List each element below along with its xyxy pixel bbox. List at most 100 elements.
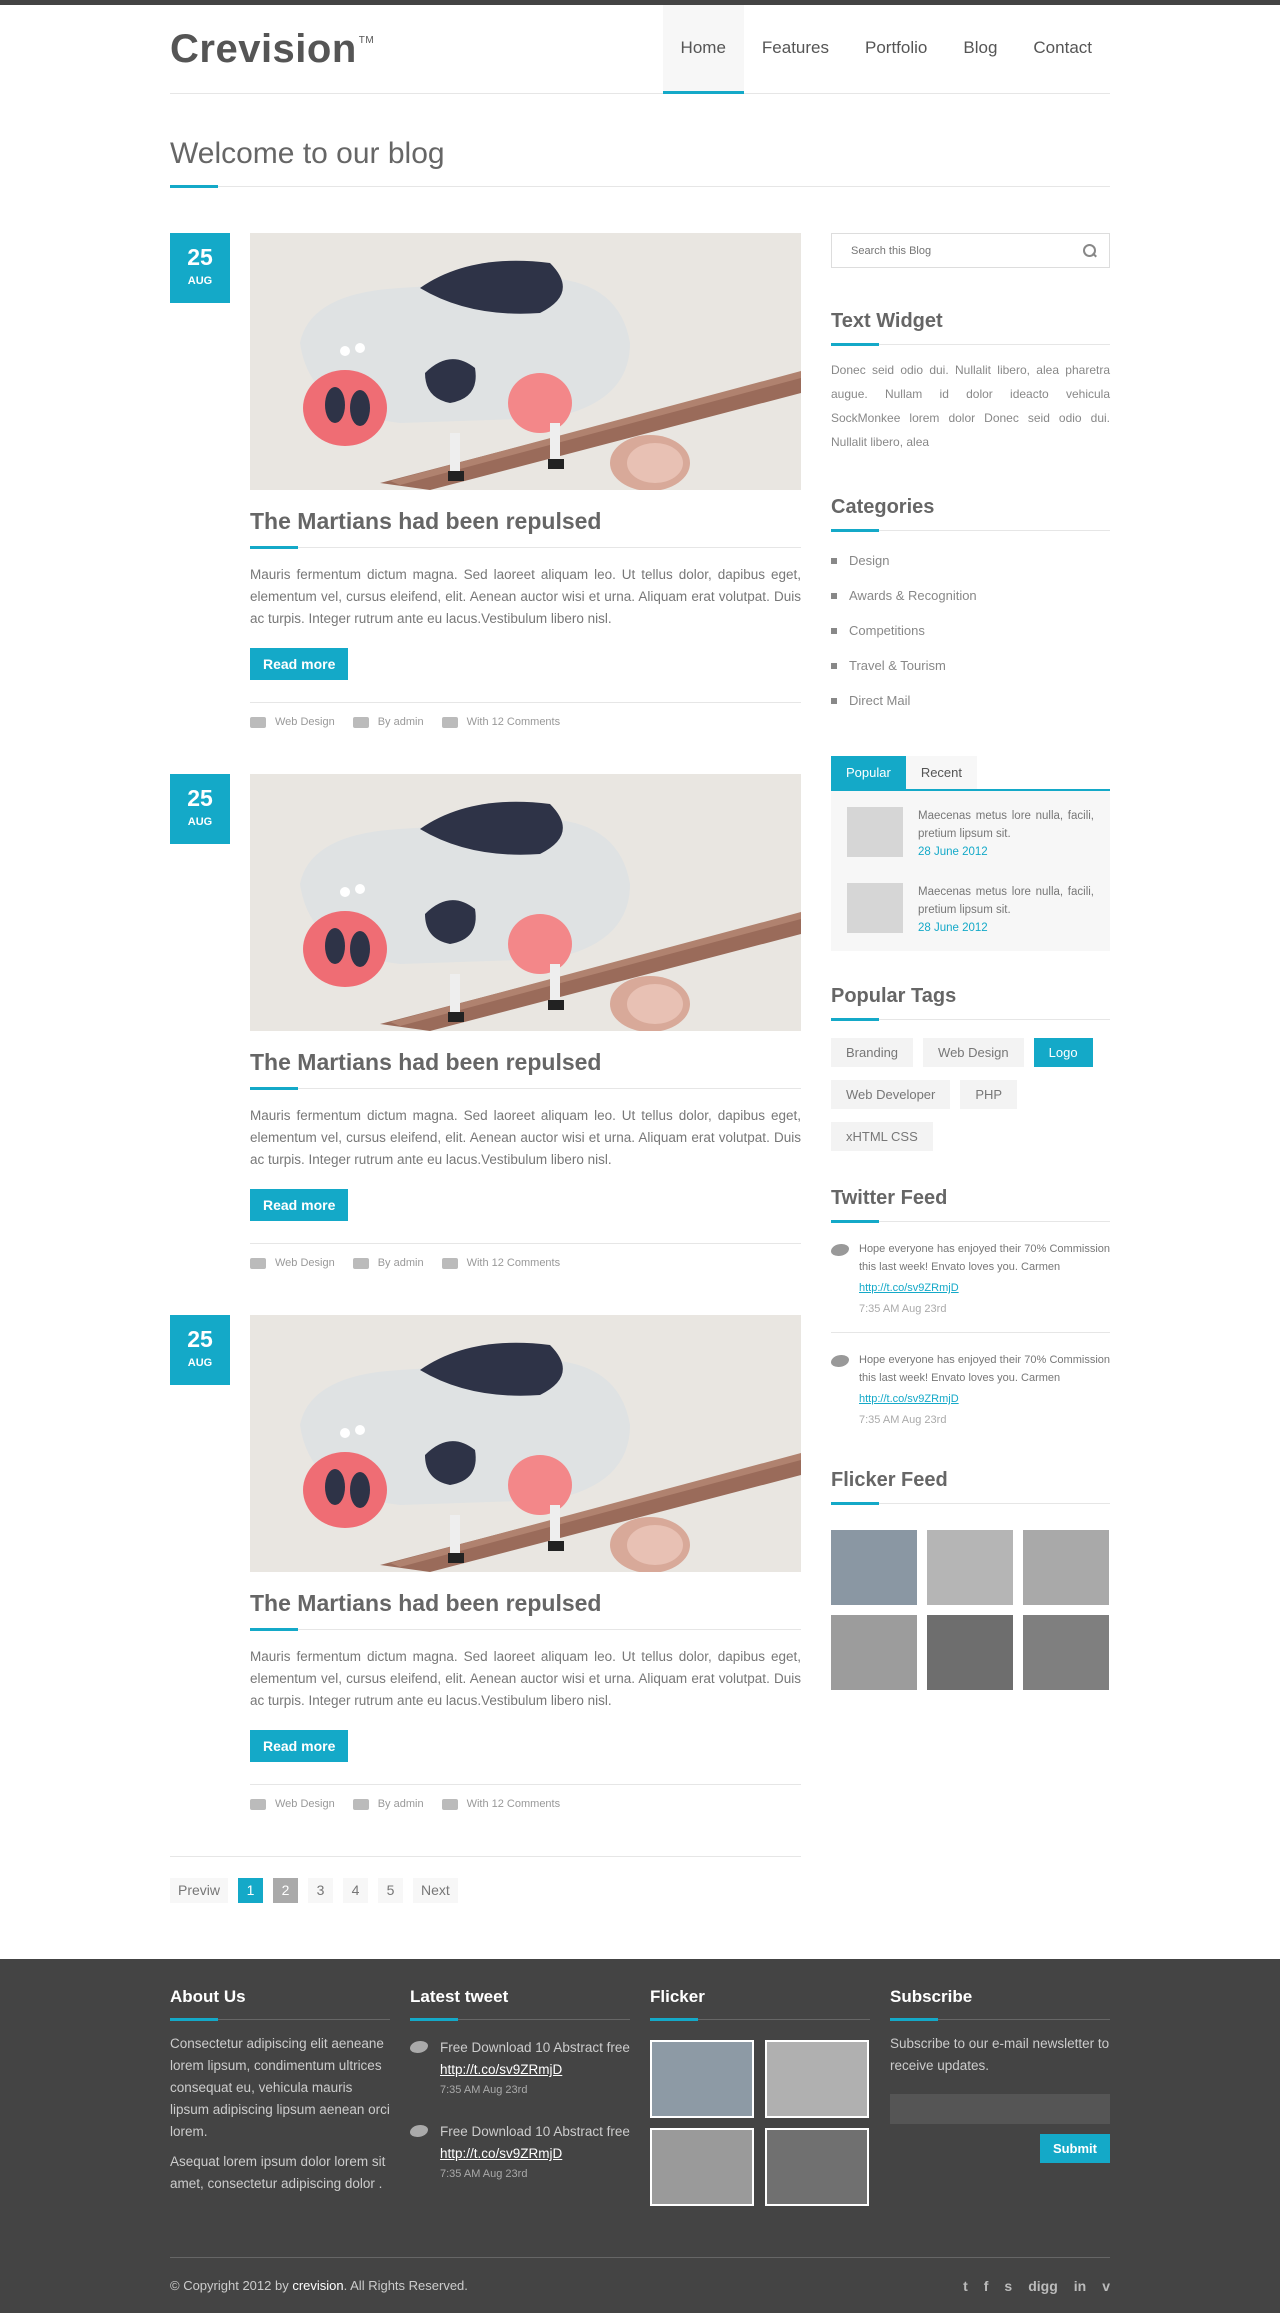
thumbnail[interactable]: [847, 883, 903, 933]
flicker-photo[interactable]: [927, 1615, 1013, 1690]
category-item[interactable]: Competitions: [831, 613, 1110, 648]
next-page-button[interactable]: Next: [413, 1878, 458, 1903]
meta-category[interactable]: Web Design: [250, 1798, 335, 1810]
text-widget: Text Widget Donec seid odio dui. Nullali…: [831, 310, 1110, 454]
category-item[interactable]: Direct Mail: [831, 683, 1110, 718]
tag-web-design[interactable]: Web Design: [923, 1038, 1024, 1067]
page-number-button[interactable]: 4: [343, 1878, 369, 1903]
nav-contact[interactable]: Contact: [1015, 5, 1110, 94]
tab-list-item[interactable]: Maecenas metus lore nulla, facili, preti…: [847, 807, 1094, 861]
meta-comments[interactable]: With 12 Comments: [441, 716, 560, 728]
email-field[interactable]: [890, 2094, 1110, 2124]
meta-comments[interactable]: With 12 Comments: [441, 1798, 560, 1810]
tab-recent[interactable]: Recent: [905, 756, 978, 789]
search-input[interactable]: [851, 244, 1051, 257]
footer-tweets: Latest tweet Free Download 10 Abstract f…: [410, 1987, 630, 2206]
tab-body: Maecenas metus lore nulla, facili, preti…: [831, 791, 1110, 951]
facebook-icon[interactable]: f: [984, 2278, 989, 2294]
footer-flicker-photo[interactable]: [765, 2128, 869, 2206]
submit-button[interactable]: Submit: [1039, 2134, 1110, 2163]
tweet-link[interactable]: http://t.co/sv9ZRmjD: [859, 1390, 1110, 1408]
read-more-button[interactable]: Read more: [250, 1189, 349, 1221]
meta-author[interactable]: By admin: [352, 1257, 424, 1269]
tag-web-developer[interactable]: Web Developer: [831, 1080, 951, 1109]
footer-heading-text: Subscribe: [890, 1987, 973, 2006]
search-icon[interactable]: [1083, 243, 1097, 258]
prev-page-button[interactable]: Previw: [170, 1878, 229, 1903]
footer-tweet: Free Download 10 Abstract free http://t.c…: [410, 2121, 630, 2183]
nav-features[interactable]: Features: [744, 5, 847, 94]
tab-popular[interactable]: Popular: [831, 756, 906, 789]
linkedin-icon[interactable]: in: [1074, 2278, 1086, 2294]
post-title-underline: [250, 546, 298, 549]
post-title-text[interactable]: The Martians had been repulsed: [250, 508, 601, 534]
tab-head: Popular Recent: [831, 756, 1110, 791]
tag-branding[interactable]: Branding: [831, 1038, 914, 1067]
widget-underline: [831, 1018, 879, 1021]
footer-tweet-link[interactable]: http://t.co/sv9ZRmjD: [440, 2059, 630, 2081]
meta-category[interactable]: Web Design: [250, 716, 335, 728]
footer-tweet-link[interactable]: http://t.co/sv9ZRmjD: [440, 2143, 630, 2165]
tag-php[interactable]: PHP: [960, 1080, 1018, 1109]
footer-heading-text: Flicker: [650, 1987, 705, 2006]
folder-icon: [250, 1798, 266, 1810]
post-title-text[interactable]: The Martians had been repulsed: [250, 1049, 601, 1075]
meta-author[interactable]: By admin: [352, 1798, 424, 1810]
footer-flicker-photo[interactable]: [765, 2040, 869, 2118]
footer-flicker-photo[interactable]: [650, 2040, 754, 2118]
meta-author[interactable]: By admin: [352, 716, 424, 728]
category-item[interactable]: Travel & Tourism: [831, 648, 1110, 683]
post-title-text[interactable]: The Martians had been repulsed: [250, 1590, 601, 1616]
footer-flicker-photo[interactable]: [650, 2128, 754, 2206]
flicker-photo[interactable]: [1023, 1530, 1109, 1605]
copyright: © Copyright 2012 by crevision. All Right…: [170, 2278, 468, 2293]
twitter-icon[interactable]: t: [963, 2278, 968, 2294]
title-underline: [170, 185, 218, 188]
thumbnail[interactable]: [847, 807, 903, 857]
digg-icon[interactable]: digg: [1028, 2278, 1058, 2294]
nav-blog[interactable]: Blog: [945, 5, 1015, 94]
search-box: [831, 233, 1110, 268]
meta-author-text: By admin: [377, 1257, 424, 1269]
post-title[interactable]: The Martians had been repulsed: [250, 1049, 801, 1090]
category-item[interactable]: Design: [831, 543, 1110, 578]
read-more-button[interactable]: Read more: [250, 1730, 349, 1762]
footer-subscribe: Subscribe Subscribe to our e-mail newsle…: [890, 1987, 1110, 2206]
footer-flicker-grid: [650, 2040, 870, 2206]
category-item[interactable]: Awards & Recognition: [831, 578, 1110, 613]
meta-category-text: Web Design: [275, 716, 335, 728]
post-title[interactable]: The Martians had been repulsed: [250, 508, 801, 549]
flicker-photo[interactable]: [1023, 1615, 1109, 1690]
meta-category[interactable]: Web Design: [250, 1257, 335, 1269]
page-number-button[interactable]: 1: [238, 1878, 264, 1903]
tag-logo[interactable]: Logo: [1033, 1038, 1093, 1067]
tag-xhtml-css[interactable]: xHTML CSS: [831, 1122, 933, 1151]
page-number-button[interactable]: 5: [378, 1878, 404, 1903]
tab-item-text: Maecenas metus lore nulla, facili, preti…: [918, 883, 1094, 937]
post-image[interactable]: [250, 1315, 801, 1572]
site-logo[interactable]: Crevision TM: [170, 27, 374, 72]
tab-list-item[interactable]: Maecenas metus lore nulla, facili, preti…: [847, 883, 1094, 937]
flicker-photo[interactable]: [831, 1530, 917, 1605]
sidebar: Text Widget Donec seid odio dui. Nullali…: [831, 233, 1110, 1903]
post-image[interactable]: [250, 233, 801, 490]
widget-title: Twitter Feed: [831, 1187, 1110, 1223]
nav-portfolio[interactable]: Portfolio: [847, 5, 945, 94]
post-image[interactable]: [250, 774, 801, 1031]
flicker-photo[interactable]: [927, 1530, 1013, 1605]
read-more-button[interactable]: Read more: [250, 648, 349, 680]
page-number-button[interactable]: 2: [273, 1878, 299, 1903]
tweet-link[interactable]: http://t.co/sv9ZRmjD: [859, 1279, 1110, 1297]
widget-title: Categories: [831, 496, 1110, 532]
skype-icon[interactable]: s: [1004, 2278, 1012, 2294]
post-title[interactable]: The Martians had been repulsed: [250, 1590, 801, 1631]
widget-title-text: Twitter Feed: [831, 1187, 948, 1209]
text-widget-body: Donec seid odio dui. Nullalit libero, al…: [831, 363, 1110, 449]
nav-home[interactable]: Home: [662, 5, 744, 94]
vimeo-icon[interactable]: v: [1102, 2278, 1110, 2294]
flicker-photo[interactable]: [831, 1615, 917, 1690]
page-number-button[interactable]: 3: [308, 1878, 334, 1903]
meta-comments[interactable]: With 12 Comments: [441, 1257, 560, 1269]
copyright-brand[interactable]: crevision: [292, 2278, 343, 2293]
widget-title-text: Categories: [831, 496, 935, 518]
